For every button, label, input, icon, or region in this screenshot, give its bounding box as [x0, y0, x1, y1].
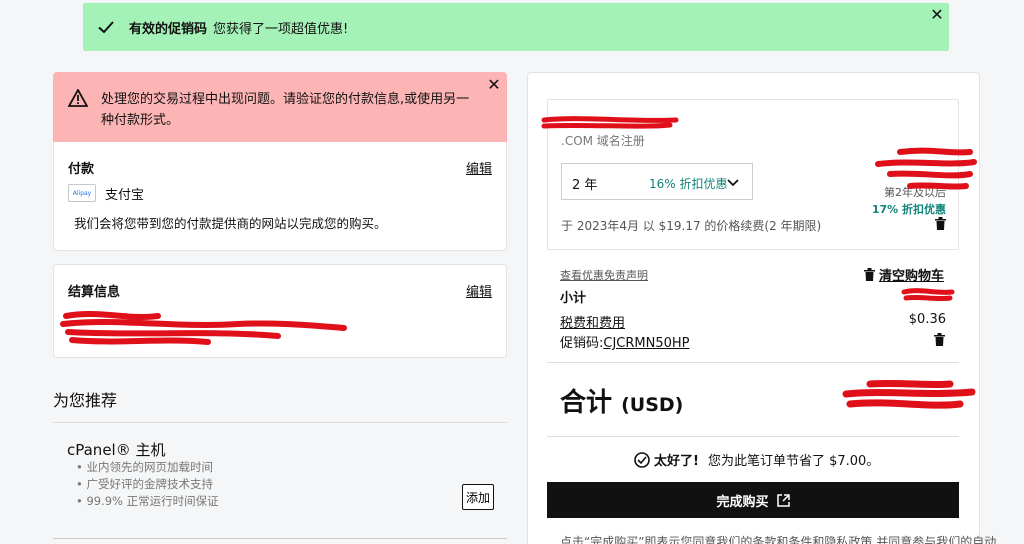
- feature-item: 广受好评的金牌技术支持: [76, 476, 219, 493]
- redaction-mark: [901, 288, 955, 302]
- payment-section: 付款 编辑 Alipay 支付宝 我们会将您带到您的付款提供商的网站以完成您的购…: [53, 142, 507, 251]
- add-button[interactable]: 添加: [462, 484, 494, 510]
- promo-label: 促销码:: [560, 336, 604, 351]
- disclaimer-link[interactable]: 查看优惠免责声明: [560, 267, 648, 283]
- buy-label: 完成购买: [716, 493, 769, 509]
- promo-row: 促销码:CJCRMN50HP: [560, 332, 690, 351]
- subtotal-label: 小计: [560, 291, 587, 306]
- feature-list: 业内领先的网页加载时间 广受好评的金牌技术支持 99.9% 正常运行时间保证: [76, 459, 219, 510]
- close-icon[interactable]: ✕: [929, 7, 945, 23]
- celebration-icon: [634, 451, 650, 468]
- redaction-mark: [842, 379, 976, 409]
- billing-title: 结算信息: [68, 285, 121, 300]
- external-link-icon: [776, 493, 790, 507]
- divider: [547, 436, 959, 437]
- total-currency: (USD): [621, 394, 684, 416]
- billing-edit-link[interactable]: 编辑: [466, 281, 492, 300]
- trash-icon: [864, 268, 875, 281]
- payment-edit-link[interactable]: 编辑: [466, 158, 492, 177]
- close-icon[interactable]: ✕: [486, 77, 502, 93]
- payment-title: 付款: [68, 162, 95, 177]
- clear-cart-button[interactable]: 清空购物车: [864, 265, 944, 284]
- year2-discount: 17% 折扣优惠: [871, 203, 946, 216]
- payment-description: 我们会将您带到您的付款提供商的网站以完成您的购买。: [74, 216, 387, 231]
- promo-code[interactable]: CJCRMN50HP: [603, 336, 689, 351]
- divider: [53, 538, 507, 539]
- toast-title: 有效的促销码: [129, 21, 208, 37]
- feature-item: 99.9% 正常运行时间保证: [76, 493, 218, 510]
- redaction-mark: [541, 116, 679, 129]
- divider: [547, 362, 959, 363]
- recommended-product-name: cPanel® 主机: [67, 441, 166, 459]
- total-text: 合计: [560, 388, 613, 418]
- divider: [53, 422, 507, 423]
- trash-icon[interactable]: [935, 217, 946, 230]
- payment-error-alert: 处理您的交易过程中出现问题。请验证您的付款信息,或使用另一种付款形式。 ✕: [53, 72, 507, 142]
- total-label: 合计 (USD): [560, 382, 683, 419]
- savings-message: 太好了! 您为此笔订单节省了 $7.00。: [633, 450, 879, 469]
- chevron-down-icon: [727, 179, 739, 187]
- checkmark-icon: [98, 21, 114, 34]
- clear-cart-label: 清空购物车: [879, 269, 945, 284]
- trash-icon[interactable]: [934, 333, 945, 346]
- term-discount: 16% 折扣优惠: [649, 177, 728, 191]
- redaction-mark: [875, 147, 977, 190]
- recommendations-title: 为您推荐: [53, 391, 118, 410]
- savings-text: 您为此笔订单节省了 $7.00。: [707, 454, 880, 469]
- complete-purchase-button[interactable]: 完成购买: [547, 482, 959, 518]
- taxes-link[interactable]: 税费和费用: [560, 312, 625, 331]
- payment-method-name: 支付宝: [105, 188, 145, 203]
- alipay-logo: Alipay: [68, 184, 96, 202]
- term-dropdown[interactable]: 2 年 16% 折扣优惠: [561, 163, 753, 200]
- renewal-note: 于 2023年4月 以 $19.17 的价格续费(2 年期限): [561, 219, 822, 233]
- taxes-value: $0.36: [908, 312, 946, 327]
- feature-item: 业内领先的网页加载时间: [76, 459, 219, 476]
- toast-message: 您获得了一项超值优惠!: [213, 21, 349, 37]
- legal-text: 点击“完成购买”即表示您同意我们的条款和条件和隐私政策,并同意参与我们的自动: [560, 535, 997, 544]
- savings-bold: 太好了!: [654, 454, 699, 469]
- term-value: 2 年: [572, 178, 598, 193]
- product-subtitle: .COM 域名注册: [561, 134, 645, 148]
- warning-icon: [68, 89, 88, 107]
- error-message: 处理您的交易过程中出现问题。请验证您的付款信息,或使用另一种付款形式。: [101, 92, 470, 128]
- promo-success-toast: 有效的促销码 您获得了一项超值优惠! ✕: [83, 3, 949, 51]
- redaction-mark: [60, 311, 347, 345]
